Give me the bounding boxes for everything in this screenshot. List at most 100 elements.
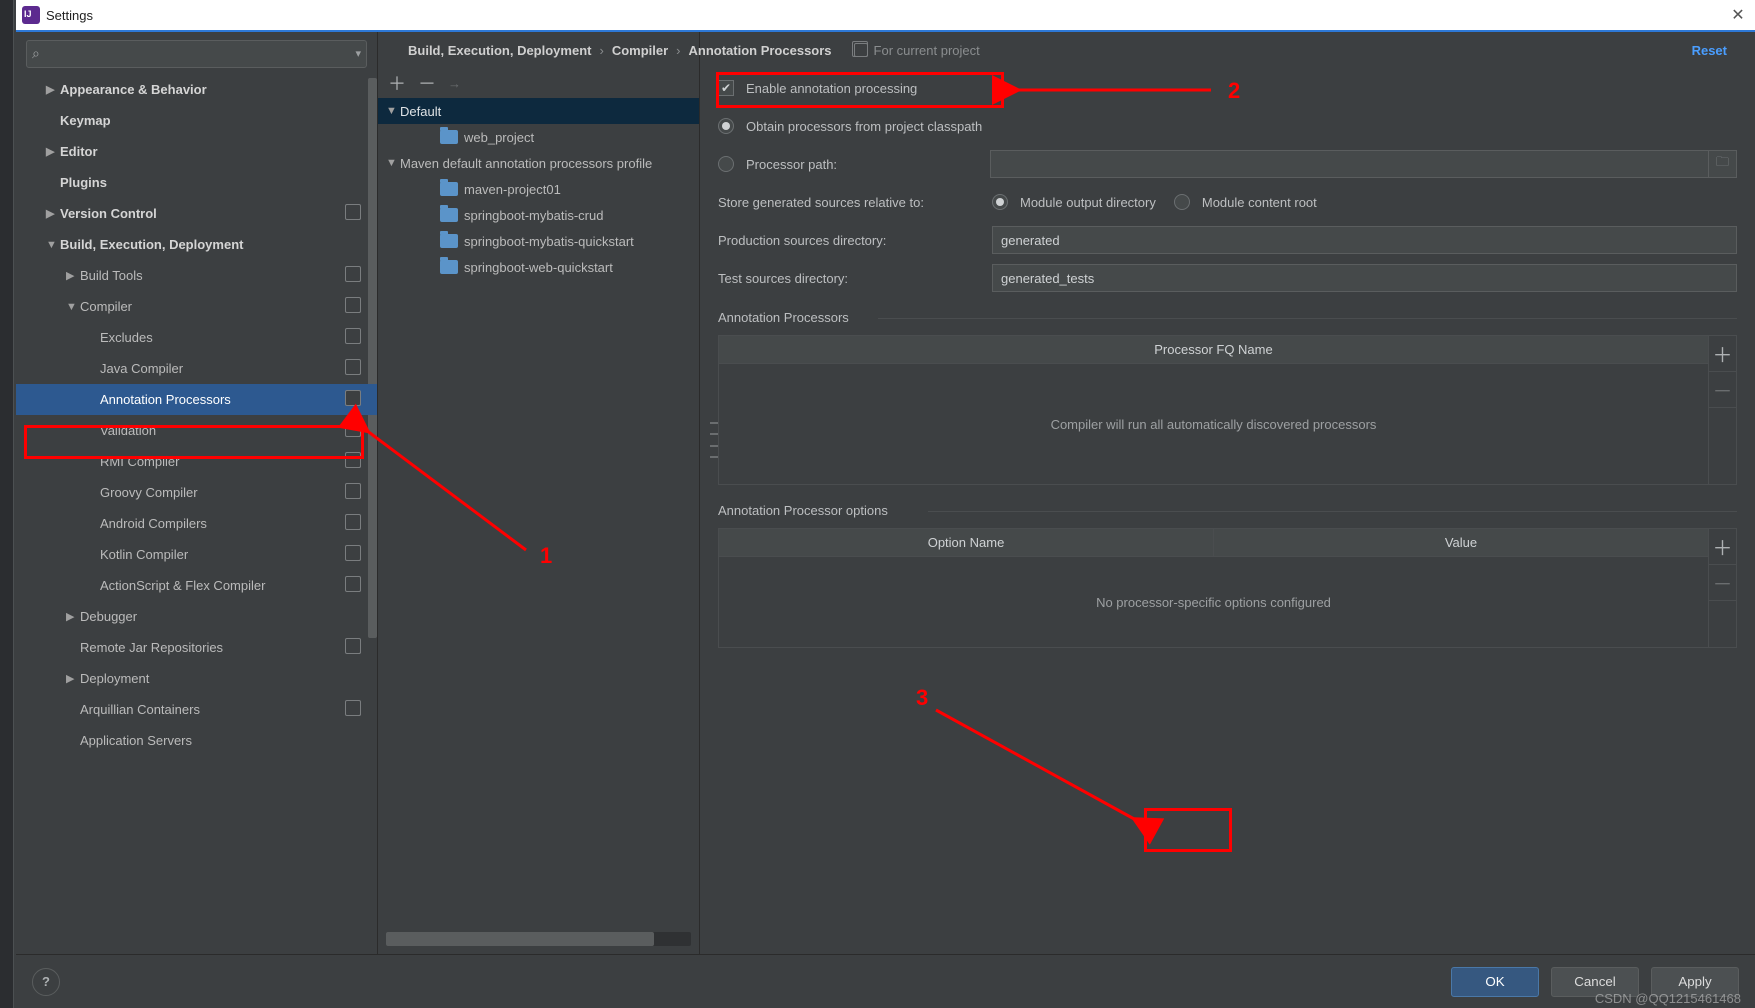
ok-button[interactable]: OK [1451, 967, 1539, 997]
nav-item-deployment[interactable]: Deployment [16, 663, 377, 694]
nav-item-java-compiler[interactable]: Java Compiler [16, 353, 377, 384]
scope-icon [854, 43, 868, 57]
nav-item-editor[interactable]: Editor [16, 136, 377, 167]
nav-item-groovy-compiler[interactable]: Groovy Compiler [16, 477, 377, 508]
breadcrumb: Build, Execution, Deployment › Compiler … [394, 32, 1741, 68]
nav-item-kotlin-compiler[interactable]: Kotlin Compiler [16, 539, 377, 570]
processor-path-input[interactable] [990, 150, 1709, 178]
module-output-label: Module output directory [1020, 195, 1156, 210]
options-empty: No processor-specific options configured [719, 557, 1708, 647]
prod-dir-input[interactable] [992, 226, 1737, 254]
processors-table-wrap: Processor FQ Name Compiler will run all … [718, 335, 1737, 485]
enable-annotation-checkbox[interactable]: ✔ [718, 80, 734, 96]
options-table-wrap: Option Name Value No processor-specific … [718, 528, 1737, 648]
tree-row[interactable]: springboot-mybatis-crud [378, 202, 699, 228]
settings-sidebar: ⌕ ▾ Appearance & BehaviorKeymapEditorPlu… [16, 32, 378, 954]
expand-icon [66, 610, 80, 623]
processors-ops: ＋ － [1709, 335, 1737, 485]
browse-folder-icon[interactable]: 🗀 [1709, 150, 1737, 178]
nav-item-application-servers[interactable]: Application Servers [16, 725, 377, 756]
options-table[interactable]: Option Name Value No processor-specific … [718, 528, 1709, 648]
nav-label: Android Compilers [100, 516, 207, 531]
scope-icon [347, 516, 361, 530]
nav-item-android-compilers[interactable]: Android Compilers [16, 508, 377, 539]
scope-icon [347, 578, 361, 592]
main-panel: ✔ Enable annotation processing Obtain pr… [700, 32, 1755, 954]
remove-option-button[interactable]: － [1709, 565, 1736, 601]
nav-label: Java Compiler [100, 361, 183, 376]
titlebar: Settings ✕ [16, 0, 1755, 30]
add-processor-button[interactable]: ＋ [1709, 336, 1736, 372]
crumb-2[interactable]: Compiler [612, 43, 668, 58]
nav-item-debugger[interactable]: Debugger [16, 601, 377, 632]
scope-icon [347, 423, 361, 437]
crumb-3: Annotation Processors [689, 43, 832, 58]
store-label: Store generated sources relative to: [718, 195, 980, 210]
splitter-handle[interactable] [710, 422, 718, 458]
crumb-1[interactable]: Build, Execution, Deployment [408, 43, 591, 58]
nav-label: Keymap [60, 113, 111, 128]
add-option-button[interactable]: ＋ [1709, 529, 1736, 565]
app-icon [22, 6, 40, 24]
nav-label: Build, Execution, Deployment [60, 237, 243, 252]
test-dir-input[interactable] [992, 264, 1737, 292]
tree-label: springboot-mybatis-crud [464, 208, 603, 223]
add-profile-button[interactable]: ＋ [388, 70, 404, 96]
folder-icon [440, 182, 458, 196]
nav-label: Excludes [100, 330, 153, 345]
tree-label: Maven default annotation processors prof… [400, 156, 652, 171]
nav-item-version-control[interactable]: Version Control [16, 198, 377, 229]
nav-item-validation[interactable]: Validation [16, 415, 377, 446]
nav-item-plugins[interactable]: Plugins [16, 167, 377, 198]
remove-processor-button[interactable]: － [1709, 372, 1736, 408]
profiles-tree[interactable]: Defaultweb_project Maven default annotati… [378, 98, 699, 928]
nav-item-build-tools[interactable]: Build Tools [16, 260, 377, 291]
tree-row[interactable]: springboot-mybatis-quickstart [378, 228, 699, 254]
tree-row[interactable]: springboot-web-quickstart [378, 254, 699, 280]
background-left-strip [0, 0, 14, 1008]
tree-row[interactable]: maven-project01 [378, 176, 699, 202]
expand-icon [66, 672, 80, 685]
tree-row[interactable]: web_project [378, 124, 699, 150]
scope-badge: For current project [854, 43, 980, 58]
expand-icon [46, 145, 60, 158]
nav-item-compiler[interactable]: Compiler [16, 291, 377, 322]
processors-table[interactable]: Processor FQ Name Compiler will run all … [718, 335, 1709, 485]
settings-nav[interactable]: Appearance & Behavior Keymap Editor Plugins… [16, 74, 377, 954]
tree-row[interactable]: Maven default annotation processors prof… [378, 150, 699, 176]
nav-label: Editor [60, 144, 98, 159]
nav-item-rmi-compiler[interactable]: RMI Compiler [16, 446, 377, 477]
nav-item-arquillian-containers[interactable]: Arquillian Containers [16, 694, 377, 725]
close-icon[interactable]: ✕ [1727, 4, 1749, 26]
obtain-classpath-radio[interactable] [718, 118, 734, 134]
nav-item-build-execution-deployment[interactable]: Build, Execution, Deployment [16, 229, 377, 260]
dialog-footer: ? OK Cancel Apply [16, 954, 1755, 1008]
nav-item-remote-jar-repositories[interactable]: Remote Jar Repositories [16, 632, 377, 663]
nav-item-actionscript-flex-compiler[interactable]: ActionScript & Flex Compiler [16, 570, 377, 601]
settings-dialog: ⌕ ▾ Appearance & BehaviorKeymapEditorPlu… [16, 30, 1755, 1008]
remove-profile-button[interactable]: － [418, 70, 434, 96]
nav-label: Annotation Processors [100, 392, 231, 407]
reset-link[interactable]: Reset [1692, 43, 1727, 58]
chevron-down-icon[interactable]: ▾ [355, 47, 361, 60]
help-button[interactable]: ? [32, 968, 60, 996]
module-output-radio[interactable] [992, 194, 1008, 210]
processor-path-radio[interactable] [718, 156, 734, 172]
nav-label: Compiler [80, 299, 132, 314]
scope-icon [347, 547, 361, 561]
nav-item-keymap[interactable]: Keymap [16, 105, 377, 136]
scope-icon [347, 268, 361, 282]
options-ops: ＋ － [1709, 528, 1737, 648]
module-content-radio[interactable] [1174, 194, 1190, 210]
nav-item-annotation-processors[interactable]: Annotation Processors [16, 384, 377, 415]
nav-item-excludes[interactable]: Excludes [16, 322, 377, 353]
store-row: Store generated sources relative to: Mod… [718, 188, 1737, 216]
nav-label: Build Tools [80, 268, 143, 283]
search-input[interactable] [26, 40, 367, 68]
profiles-hscroll[interactable] [386, 932, 691, 946]
expand-icon [46, 239, 60, 251]
profiles-panel: ＋ － → Defaultweb_projectMaven default an… [378, 32, 700, 954]
test-dir-row: Test sources directory: [718, 264, 1737, 292]
nav-item-appearance-behavior[interactable]: Appearance & Behavior [16, 74, 377, 105]
tree-row[interactable]: Default [378, 98, 699, 124]
